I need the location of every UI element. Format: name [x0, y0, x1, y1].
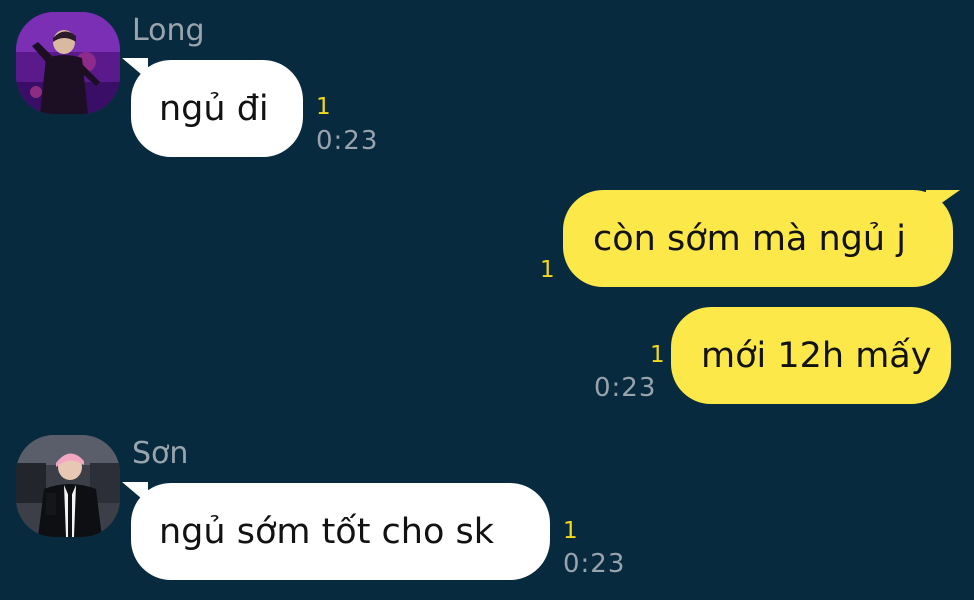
sender-name-long: Long: [132, 13, 205, 48]
sender-avatar-son[interactable]: [16, 435, 120, 537]
message-time: 0:23: [594, 373, 657, 403]
unread-count: 1: [563, 518, 578, 544]
sender-name-son: Sơn: [132, 436, 189, 471]
message-text: còn sớm mà ngủ j: [593, 218, 906, 259]
message-bubble-incoming[interactable]: ngủ đi: [131, 60, 303, 157]
message-time: 0:23: [563, 549, 626, 579]
message-text: mới 12h mấy: [701, 335, 932, 376]
unread-count: 1: [650, 342, 665, 368]
pink-hair-suit-avatar-icon: [16, 435, 120, 537]
message-bubble-outgoing[interactable]: mới 12h mấy: [671, 307, 951, 404]
message-bubble-outgoing[interactable]: còn sớm mà ngủ j: [563, 190, 953, 287]
message-bubble-incoming[interactable]: ngủ sớm tốt cho sk: [131, 483, 550, 580]
message-text: ngủ đi: [159, 88, 269, 129]
unread-count: 1: [540, 257, 555, 283]
bubble-tail: [926, 190, 960, 214]
unread-count: 1: [316, 94, 331, 120]
purple-stage-performer-avatar-icon: [16, 12, 120, 114]
message-time: 0:23: [316, 126, 379, 156]
message-text: ngủ sớm tốt cho sk: [159, 511, 495, 552]
sender-avatar-long[interactable]: [16, 12, 120, 114]
